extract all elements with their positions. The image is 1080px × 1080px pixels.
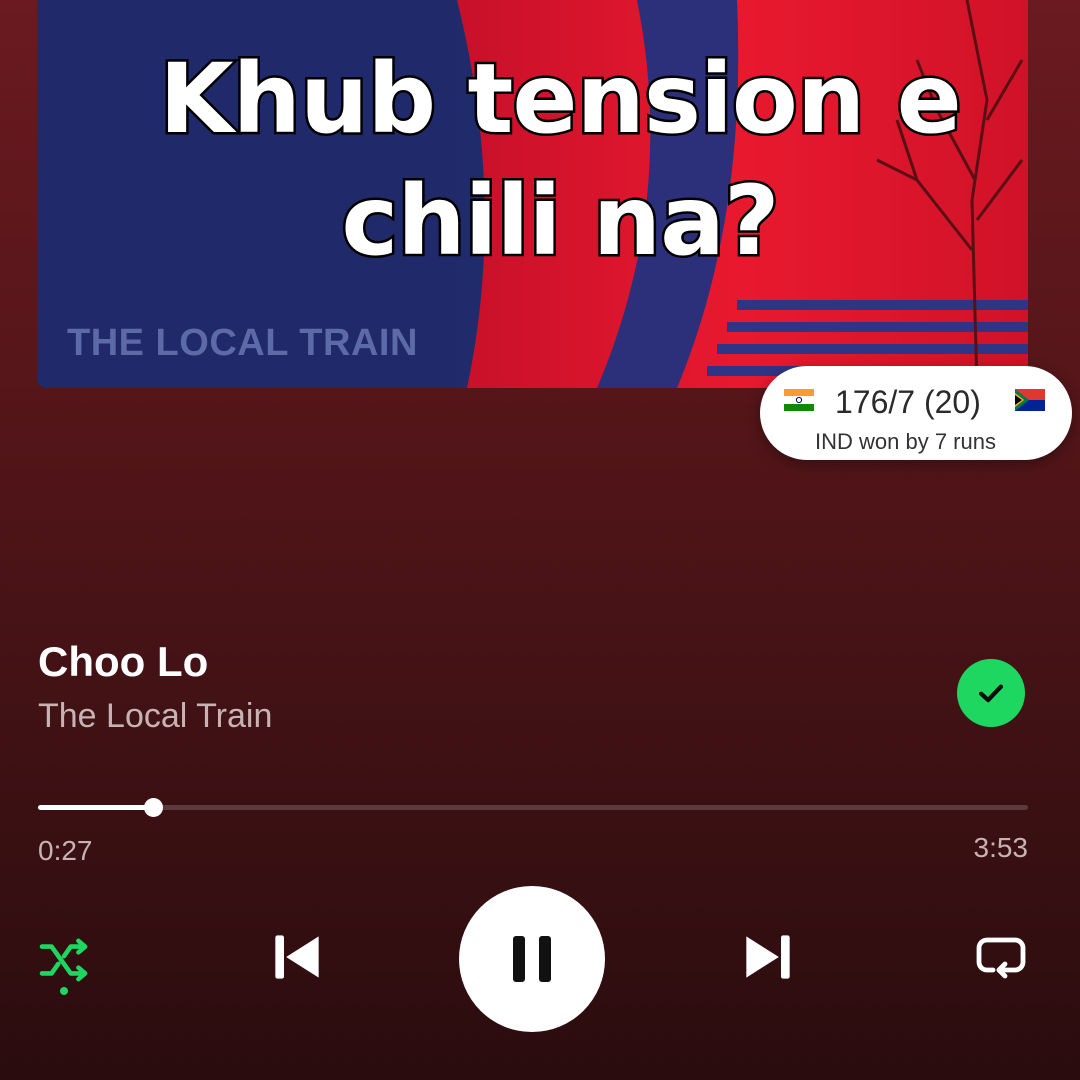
repeat-icon [976, 937, 1026, 979]
progress-scrubber[interactable] [143, 798, 163, 817]
track-title[interactable]: Choo Lo [38, 638, 208, 686]
caption-line-1: Khub tension e [157, 41, 964, 158]
skip-next-icon [746, 935, 790, 979]
elapsed-time: 0:27 [38, 835, 93, 866]
skip-previous-icon [275, 935, 319, 979]
meme-caption: Khub tension e chili na? [0, 38, 1080, 282]
south-africa-flag-icon [1015, 389, 1045, 411]
album-art-artist-text: THE LOCAL TRAIN [67, 322, 418, 364]
match-result-text: IND won by 7 runs [815, 429, 996, 454]
score-text: 176/7 (20) [835, 384, 981, 420]
track-artist[interactable]: The Local Train [38, 697, 272, 736]
pause-icon [513, 936, 551, 982]
shuffle-active-indicator [60, 987, 68, 995]
check-icon [978, 684, 1004, 703]
india-flag-icon [784, 389, 814, 411]
next-button[interactable] [733, 922, 803, 992]
progress-fill [38, 805, 153, 810]
shuffle-button[interactable] [30, 925, 100, 995]
shuffle-icon [39, 938, 88, 982]
total-time: 3:53 [973, 832, 1029, 863]
repeat-button[interactable] [966, 922, 1036, 992]
pause-button[interactable] [459, 886, 605, 1032]
caption-line-2: chili na? [339, 163, 782, 280]
liked-button[interactable] [957, 659, 1025, 727]
cricket-score-widget[interactable]: 176/7 (20) IND won by 7 runs [760, 366, 1072, 460]
progress-bar[interactable] [38, 798, 1028, 817]
previous-button[interactable] [262, 922, 332, 992]
